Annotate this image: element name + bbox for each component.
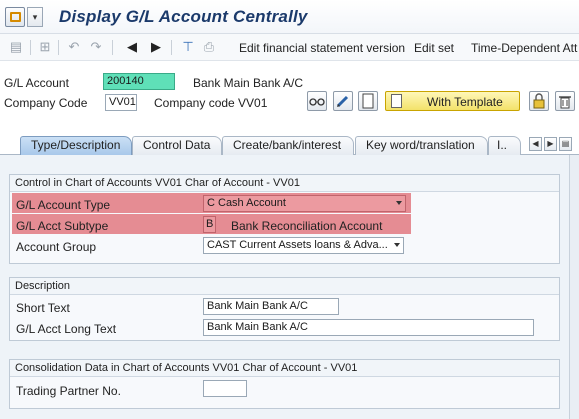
edit-set-button[interactable]: Edit set bbox=[414, 41, 454, 55]
long-text-label: G/L Acct Long Text bbox=[16, 322, 117, 336]
gl-account-input[interactable]: 200140 bbox=[103, 73, 175, 90]
consolidation-group-title: Consolidation Data in Chart of Accounts … bbox=[10, 360, 559, 377]
long-text-input[interactable]: Bank Main Bank A/C bbox=[203, 319, 534, 336]
copy-icon[interactable]: ▤ bbox=[8, 39, 24, 55]
tab-more[interactable]: I.. bbox=[488, 136, 521, 155]
tab-create-bank-interest[interactable]: Create/bank/interest bbox=[222, 136, 354, 155]
redo-icon[interactable]: ↷ bbox=[88, 39, 104, 55]
tab-scroll-right-icon[interactable]: ▶ bbox=[544, 137, 557, 151]
title-bar: ▾ Display G/L Account Centrally bbox=[0, 0, 579, 34]
undo-icon[interactable]: ↶ bbox=[66, 39, 82, 55]
tab-list-icon[interactable]: ▤ bbox=[559, 137, 572, 151]
tab-type-description[interactable]: Type/Description bbox=[20, 136, 132, 155]
company-code-description: Company code VV01 bbox=[154, 96, 268, 110]
pencil-icon[interactable] bbox=[333, 91, 353, 111]
trash-icon[interactable] bbox=[555, 91, 575, 111]
short-text-input[interactable]: Bank Main Bank A/C bbox=[203, 298, 339, 315]
description-group-title: Description bbox=[10, 278, 559, 295]
trading-partner-input[interactable] bbox=[203, 380, 247, 397]
acct-subtype-label: G/L Acct Subtype bbox=[16, 219, 109, 233]
toolbar-separator bbox=[58, 40, 59, 55]
company-code-label: Company Code bbox=[4, 96, 88, 110]
tab-key-word-translation[interactable]: Key word/translation bbox=[355, 136, 488, 155]
chevron-down-icon bbox=[396, 201, 402, 205]
chevron-down-icon bbox=[394, 243, 400, 247]
account-type-label: G/L Account Type bbox=[16, 198, 111, 212]
page-title: Display G/L Account Centrally bbox=[59, 7, 308, 26]
edit-fs-version-button[interactable]: Edit financial statement version bbox=[239, 41, 405, 55]
short-text-label: Short Text bbox=[16, 301, 70, 315]
tab-control-data[interactable]: Control Data bbox=[132, 136, 222, 155]
account-type-select[interactable]: C Cash Account bbox=[203, 195, 406, 212]
trading-partner-label: Trading Partner No. bbox=[16, 384, 121, 398]
glasses-icon[interactable] bbox=[307, 91, 327, 111]
control-group-title: Control in Chart of Accounts VV01 Char o… bbox=[10, 175, 559, 192]
time-dependent-button[interactable]: Time-Dependent Att bbox=[471, 41, 577, 55]
vertical-scrollbar[interactable] bbox=[569, 155, 579, 419]
account-group-label: Account Group bbox=[16, 240, 97, 254]
menu-dropdown-icon[interactable]: ▾ bbox=[27, 7, 43, 27]
application-toolbar: ▤ ⊞ ↶ ↷ ◀ ▶ ⊤ ⎙ Edit financial statement… bbox=[0, 34, 579, 61]
toolbar-separator bbox=[171, 40, 172, 55]
gl-account-label: G/L Account bbox=[4, 76, 69, 90]
with-template-button[interactable]: With Template bbox=[385, 91, 520, 111]
acct-subtype-description: Bank Reconciliation Account bbox=[231, 219, 383, 233]
toolbar-separator bbox=[30, 40, 31, 55]
acct-subtype-input[interactable]: B bbox=[203, 216, 216, 233]
tab-scroll-left-icon[interactable]: ◀ bbox=[529, 137, 542, 151]
document-icon bbox=[391, 94, 402, 108]
toolbar-separator bbox=[112, 40, 113, 55]
next-icon[interactable]: ▶ bbox=[148, 39, 164, 55]
gl-account-description: Bank Main Bank A/C bbox=[193, 76, 304, 90]
company-code-input[interactable]: VV01 bbox=[105, 94, 137, 111]
new-document-icon[interactable] bbox=[358, 91, 378, 111]
print-icon[interactable]: ⎙ bbox=[201, 39, 217, 55]
transaction-icon[interactable] bbox=[5, 7, 25, 27]
account-group-select[interactable]: CAST Current Assets loans & Adva... bbox=[203, 237, 404, 254]
hierarchy-icon[interactable]: ⊞ bbox=[37, 39, 53, 55]
lock-icon[interactable] bbox=[529, 91, 549, 111]
where-used-icon[interactable]: ⊤ bbox=[180, 39, 196, 55]
previous-icon[interactable]: ◀ bbox=[124, 39, 140, 55]
